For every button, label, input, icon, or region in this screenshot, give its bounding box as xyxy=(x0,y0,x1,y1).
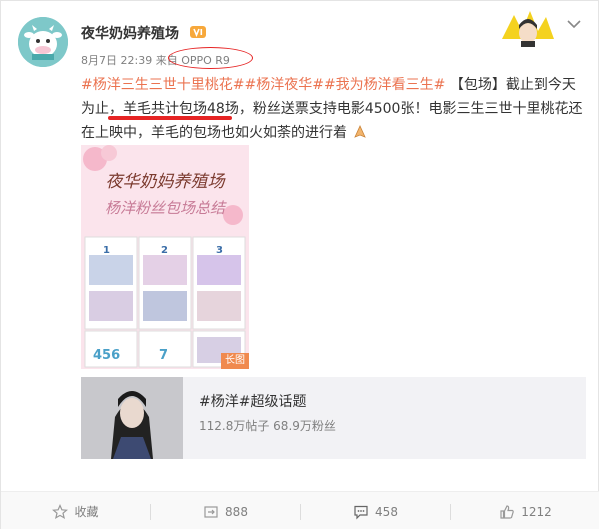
topic-portrait-image xyxy=(81,377,183,459)
comment-count: 458 xyxy=(375,504,398,519)
cartoon-sticker-icon xyxy=(502,11,554,47)
header-decoration xyxy=(494,9,558,47)
hashtag-link[interactable]: #杨洋三生三世十里桃花# xyxy=(81,77,244,93)
action-bar: 收藏 888 458 1212 xyxy=(1,491,599,529)
chevron-down-icon[interactable] xyxy=(567,19,581,29)
image-number: 456 xyxy=(93,348,120,363)
topic-thumbnail xyxy=(81,377,183,459)
username[interactable]: 夜华奶妈养殖场 xyxy=(81,23,179,43)
repost-button[interactable]: 888 xyxy=(151,492,300,529)
annotation-underline xyxy=(108,116,232,120)
long-image-preview: 夜华奶妈养殖场 杨洋粉丝包场总结 1 2 3 456 7 xyxy=(81,145,249,369)
comment-button[interactable]: 458 xyxy=(301,492,450,529)
like-button[interactable]: 1212 xyxy=(451,492,599,529)
pray-hands-emoji xyxy=(354,125,367,138)
source-prefix: 来自 xyxy=(155,54,178,67)
image-number: 3 xyxy=(216,245,223,256)
long-image-badge: 长图 xyxy=(221,353,249,369)
repost-count: 888 xyxy=(225,504,248,519)
like-count: 1212 xyxy=(521,504,552,519)
source-device[interactable]: OPPO R9 xyxy=(181,54,230,67)
image-title-line2: 杨洋粉丝包场总结 xyxy=(105,199,227,217)
favorite-button[interactable]: 收藏 xyxy=(1,492,150,529)
topic-stats: 112.8万帖子 68.9万粉丝 xyxy=(199,419,336,433)
image-number: 1 xyxy=(103,245,110,256)
comment-icon xyxy=(354,505,368,519)
super-topic-card[interactable]: #杨洋#超级话题 112.8万帖子 68.9万粉丝 xyxy=(81,377,586,459)
image-title-line1: 夜华奶妈养殖场 xyxy=(106,172,227,192)
vip-badge-icon[interactable] xyxy=(190,25,206,39)
favorite-label: 收藏 xyxy=(74,505,99,519)
avatar[interactable] xyxy=(18,17,68,67)
post-meta: 8月7日 22:39 来自 OPPO R9 xyxy=(81,52,230,68)
repost-icon xyxy=(204,505,218,518)
like-icon xyxy=(500,504,514,519)
image-number: 2 xyxy=(161,245,168,256)
post-image[interactable]: 夜华奶妈养殖场 杨洋粉丝包场总结 1 2 3 456 7 xyxy=(81,145,249,369)
post-timestamp[interactable]: 8月7日 22:39 xyxy=(81,54,152,67)
cow-logo-icon xyxy=(18,17,68,67)
hashtag-link[interactable]: #我为杨洋看三生# xyxy=(324,77,445,93)
star-icon xyxy=(52,503,69,519)
image-number: 7 xyxy=(159,348,168,363)
post-text: #杨洋三生三世十里桃花##杨洋夜华##我为杨洋看三生# 【包场】截止到今天为止，… xyxy=(81,73,586,145)
highlighted-text: 羊毛共计包场48场 xyxy=(123,101,239,117)
hashtag-link[interactable]: #杨洋夜华# xyxy=(244,77,323,93)
topic-title[interactable]: #杨洋#超级话题 xyxy=(199,391,306,411)
weibo-post-card: 夜华奶妈养殖场 8月7日 22:39 来自 OPPO R9 #杨洋三生三世十里桃… xyxy=(0,0,599,529)
